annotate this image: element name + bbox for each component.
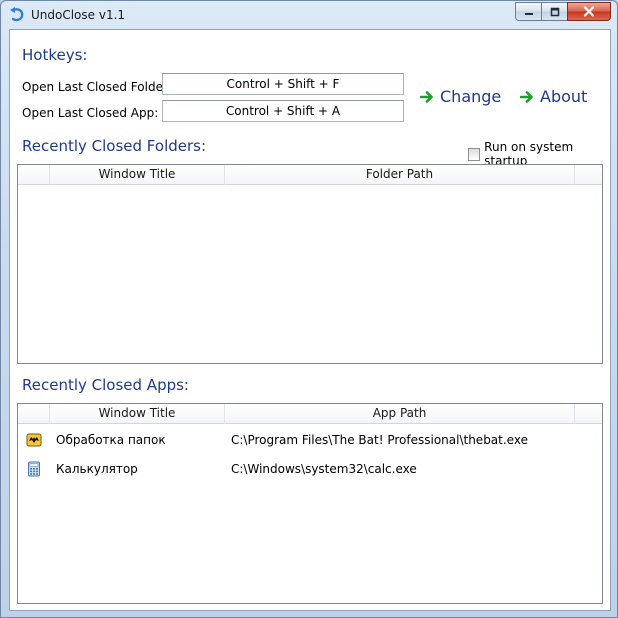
- change-button[interactable]: Change: [420, 87, 501, 106]
- app-title-cell: Обработка папок: [56, 433, 166, 447]
- undo-arrow-icon: [10, 7, 24, 22]
- about-button[interactable]: About: [520, 87, 587, 106]
- minimize-icon: [524, 12, 533, 15]
- close-button[interactable]: [567, 2, 611, 21]
- app-window: UndoClose v1.1 Hotkeys: Open Last Closed…: [0, 0, 618, 618]
- apps-list[interactable]: Window Title App Path Обработка папок C:…: [17, 403, 603, 604]
- app-title-cell: Калькулятор: [56, 462, 138, 476]
- app-path-cell: C:\Program Files\The Bat! Professional\t…: [231, 433, 528, 447]
- apps-column-path[interactable]: App Path: [225, 404, 575, 424]
- close-icon: [583, 6, 595, 17]
- window-controls: [515, 2, 611, 21]
- app-hotkey-label: Open Last Closed App:: [22, 106, 159, 120]
- window-title: UndoClose v1.1: [31, 8, 126, 22]
- maximize-icon: [550, 7, 559, 16]
- folders-heading: Recently Closed Folders:: [22, 137, 207, 155]
- startup-checkbox[interactable]: [468, 147, 481, 161]
- green-arrow-icon: [520, 90, 533, 103]
- thebat-icon: [26, 433, 42, 447]
- apps-column-title[interactable]: Window Title: [50, 404, 225, 424]
- folders-list[interactable]: Window Title Folder Path: [17, 164, 603, 364]
- client-area: Hotkeys: Open Last Closed Folder: Contro…: [9, 29, 611, 611]
- calculator-icon: [28, 461, 40, 477]
- table-row[interactable]: Обработка папок C:\Program Files\The Bat…: [18, 429, 602, 451]
- apps-filler-column: [575, 404, 602, 424]
- about-label: About: [540, 87, 588, 106]
- app-path-cell: C:\Windows\system32\calc.exe: [231, 462, 417, 476]
- apps-heading: Recently Closed Apps:: [22, 376, 189, 394]
- title-bar[interactable]: UndoClose v1.1: [1, 1, 617, 29]
- folders-column-title[interactable]: Window Title: [50, 165, 225, 185]
- folders-filler-column: [575, 165, 602, 185]
- apps-list-header: Window Title App Path: [18, 404, 602, 424]
- folder-hotkey-label: Open Last Closed Folder:: [22, 80, 172, 94]
- folders-list-header: Window Title Folder Path: [18, 165, 602, 185]
- folder-hotkey-field[interactable]: Control + Shift + F: [162, 73, 404, 95]
- folders-column-path[interactable]: Folder Path: [225, 165, 575, 185]
- apps-icon-column[interactable]: [18, 404, 50, 424]
- minimize-button[interactable]: [515, 2, 541, 21]
- green-arrow-icon: [420, 90, 433, 103]
- maximize-button[interactable]: [541, 2, 567, 21]
- table-row[interactable]: Калькулятор C:\Windows\system32\calc.exe: [18, 458, 602, 480]
- hotkeys-heading: Hotkeys:: [22, 46, 88, 64]
- folders-icon-column[interactable]: [18, 165, 50, 185]
- app-hotkey-field[interactable]: Control + Shift + A: [162, 100, 404, 122]
- change-label: Change: [440, 87, 502, 106]
